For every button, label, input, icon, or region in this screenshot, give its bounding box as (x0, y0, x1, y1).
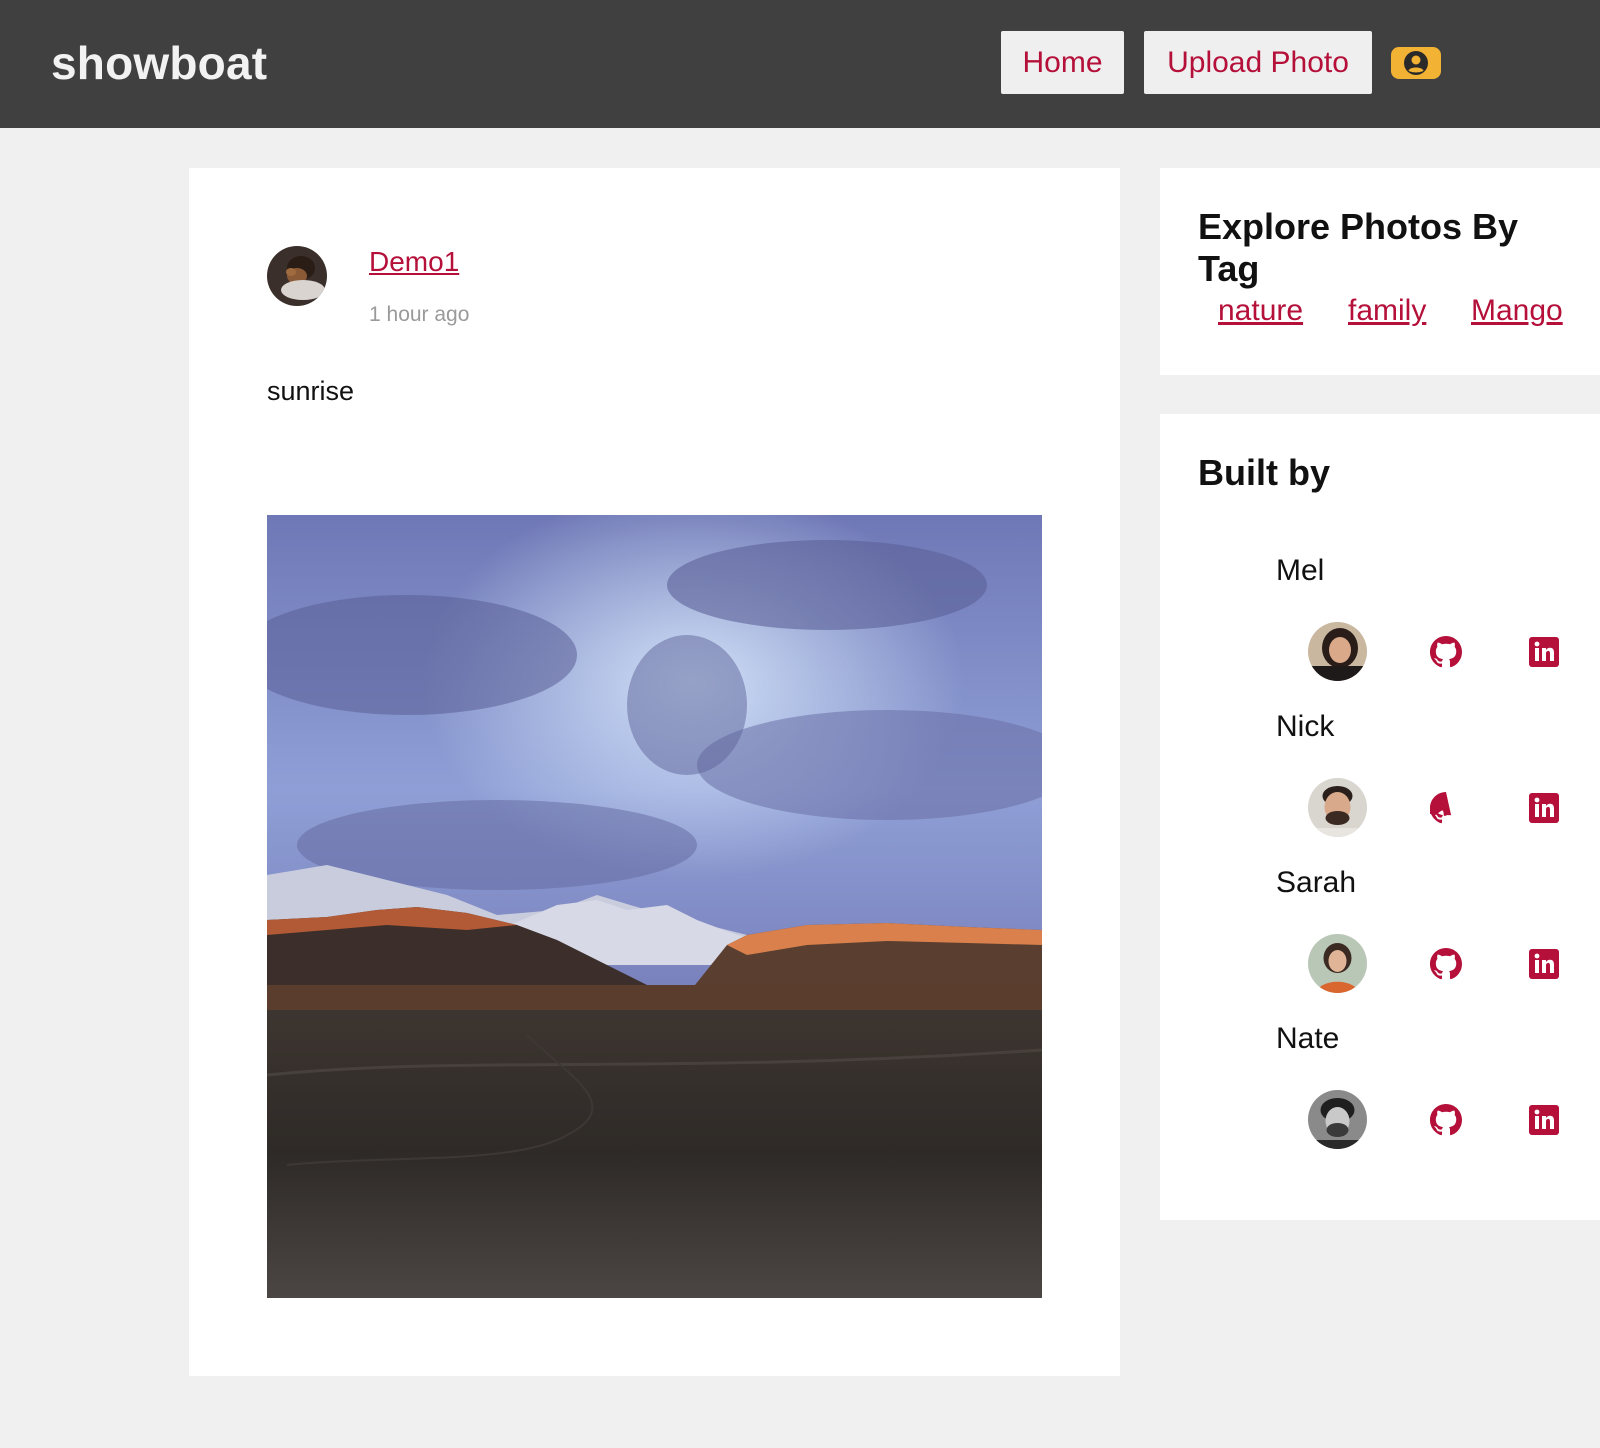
github-icon[interactable] (1429, 635, 1463, 669)
profile-button[interactable] (1391, 47, 1441, 79)
tags-title: Explore Photos By Tag (1198, 206, 1519, 289)
post-photo (267, 515, 1042, 1298)
member-name: Sarah (1276, 866, 1357, 899)
linkedin-icon[interactable] (1527, 791, 1561, 825)
linkedin-icon[interactable] (1527, 947, 1561, 981)
app-logo[interactable]: showboat (51, 36, 267, 90)
home-button[interactable]: Home (1001, 31, 1124, 94)
top-navbar: showboat Home Upload Photo (0, 0, 1600, 128)
member-name: Nate (1276, 1022, 1340, 1055)
tags-card: Explore Photos By Tag nature family Mang… (1160, 168, 1600, 375)
post-timestamp: 1 hour ago (369, 303, 470, 326)
member-avatar (1308, 622, 1367, 681)
github-icon[interactable] (1429, 791, 1463, 825)
member-avatar (1308, 778, 1367, 837)
author-name-link[interactable]: Demo1 (369, 246, 459, 278)
post-card: Demo1 1 hour ago sunrise (189, 168, 1120, 1376)
linkedin-icon[interactable] (1527, 635, 1561, 669)
linkedin-icon[interactable] (1527, 1103, 1561, 1137)
tag-link-nature[interactable]: nature (1218, 294, 1303, 328)
built-by-card: Built by Mel Nick Sarah Nate (1160, 414, 1600, 1220)
github-icon[interactable] (1429, 1103, 1463, 1137)
member-name: Nick (1276, 710, 1335, 743)
tag-link-family[interactable]: family (1348, 294, 1426, 328)
author-avatar[interactable] (267, 246, 327, 306)
built-by-title: Built by (1198, 452, 1330, 493)
tag-link-mango[interactable]: Mango (1471, 294, 1563, 328)
post-caption: sunrise (267, 376, 355, 406)
github-icon[interactable] (1429, 947, 1463, 981)
member-avatar (1308, 934, 1367, 993)
upload-photo-button[interactable]: Upload Photo (1144, 31, 1372, 94)
user-circle-icon (1404, 51, 1428, 75)
member-name: Mel (1276, 554, 1325, 587)
member-avatar (1308, 1090, 1367, 1149)
